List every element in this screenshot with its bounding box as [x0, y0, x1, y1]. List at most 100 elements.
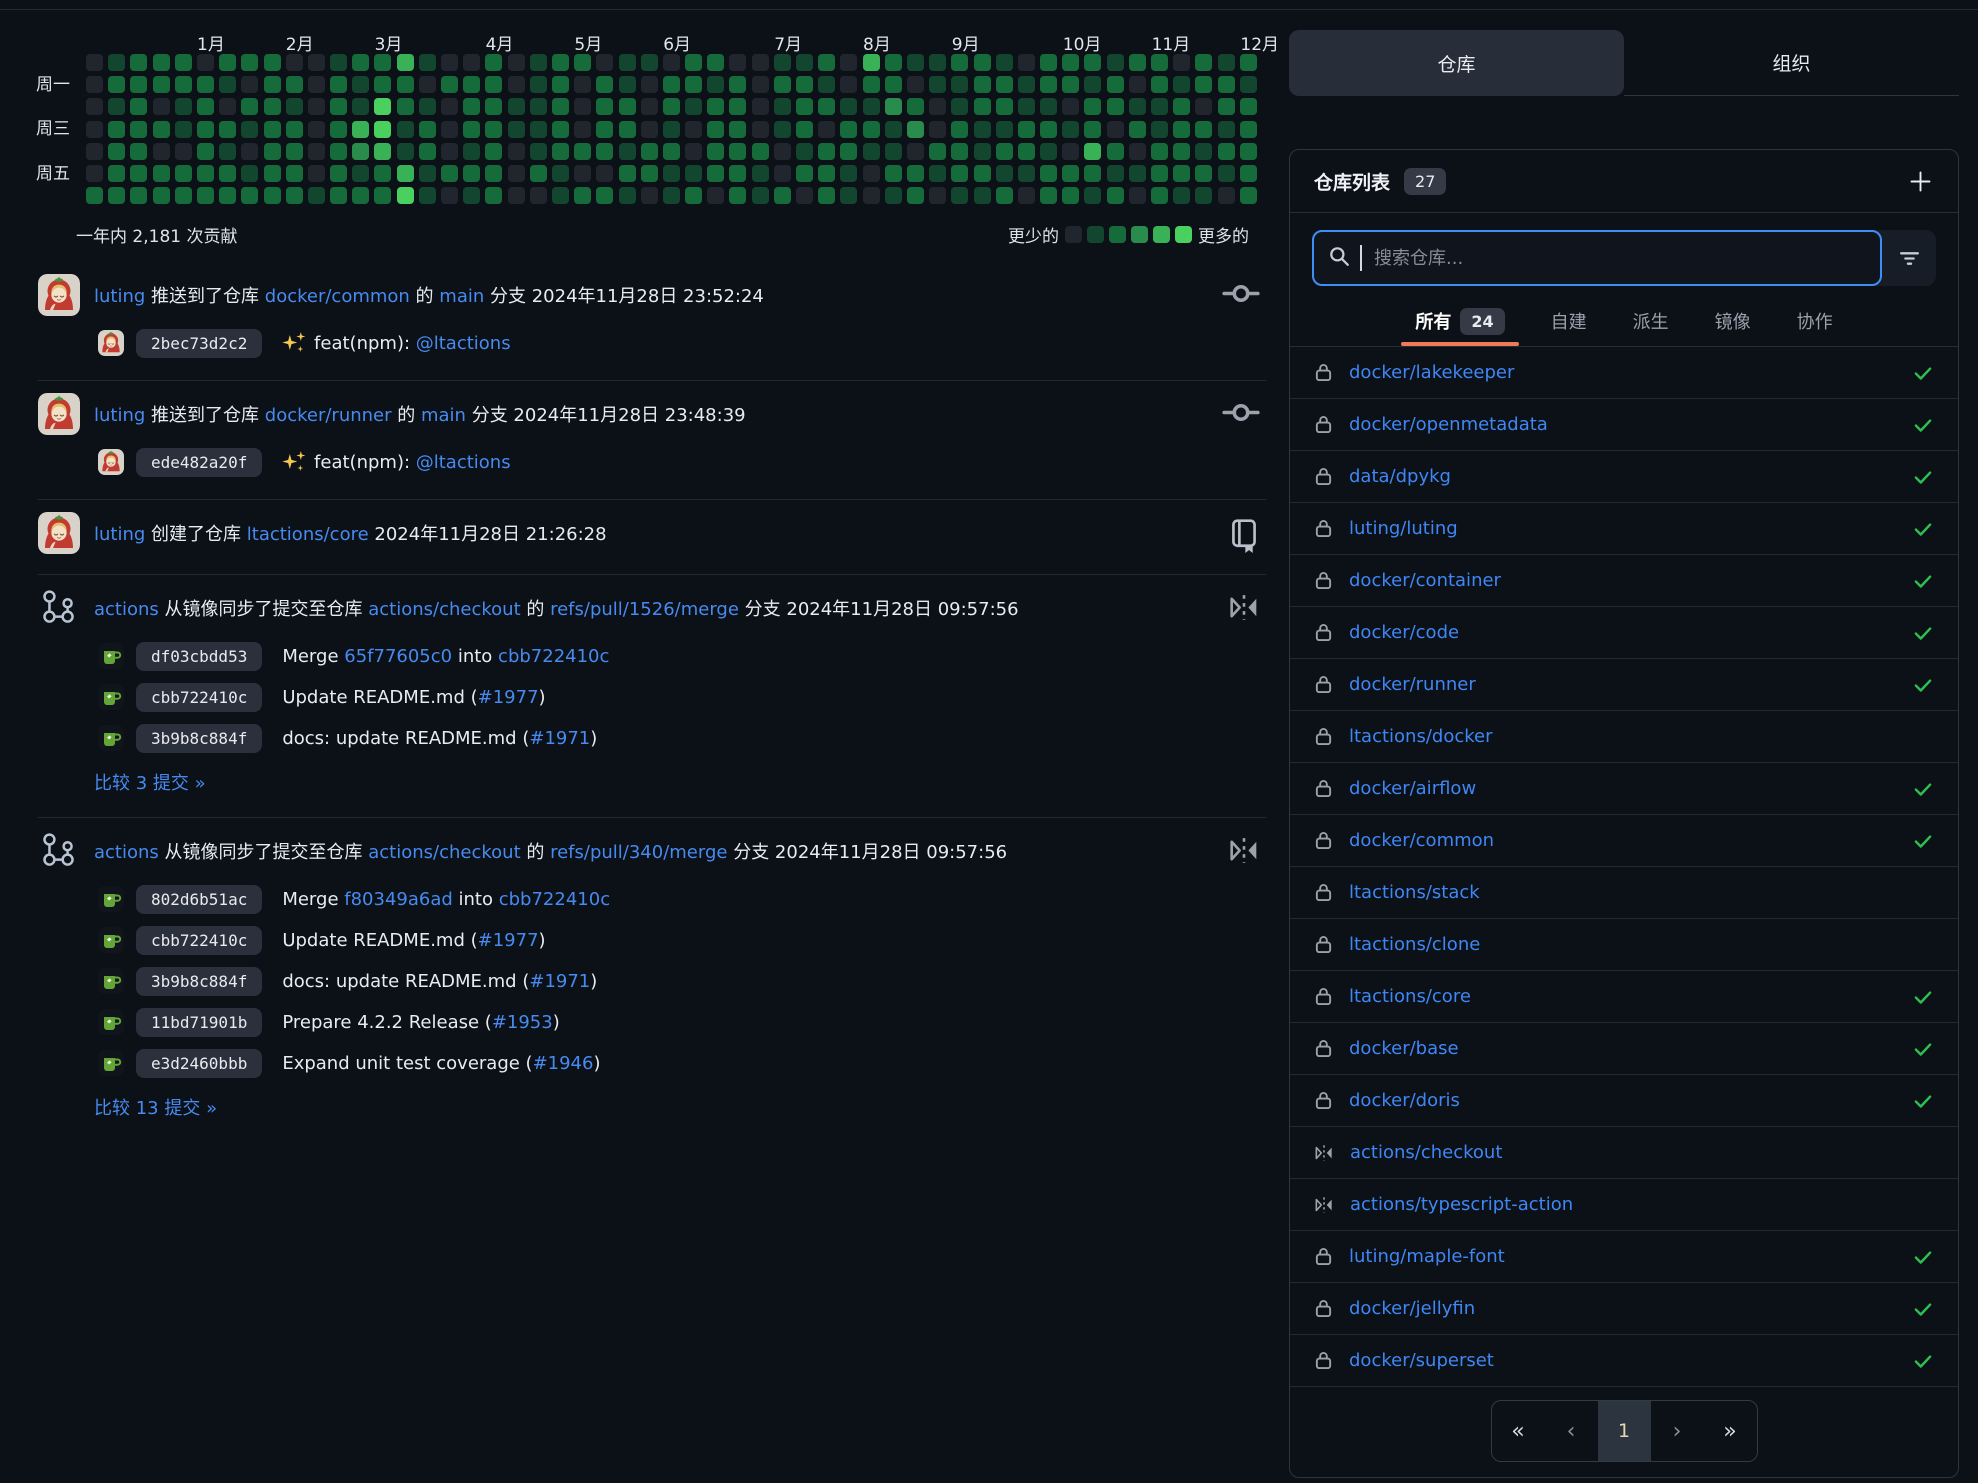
text-segment[interactable]: ltactions/core [247, 524, 369, 545]
first-page[interactable]: « [1492, 1401, 1545, 1461]
committer-avatar[interactable] [98, 330, 124, 356]
repo-list-item[interactable]: docker/doris [1290, 1075, 1958, 1127]
repo-list-item[interactable]: docker/airflow [1290, 763, 1958, 815]
committer-avatar[interactable] [98, 886, 124, 912]
committer-avatar[interactable] [98, 1050, 124, 1076]
repo-list-item[interactable]: docker/container [1290, 555, 1958, 607]
text-segment[interactable]: cbb722410c [499, 889, 610, 910]
text-segment[interactable]: luting [94, 286, 145, 307]
text-segment[interactable]: #1977 [478, 687, 539, 708]
repo-link[interactable]: ltactions/docker [1349, 726, 1493, 747]
repo-link[interactable]: luting/maple-font [1349, 1246, 1505, 1267]
sidebar-tab-orgs[interactable]: 组织 [1624, 30, 1959, 96]
repo-list-item[interactable]: docker/base [1290, 1023, 1958, 1075]
repo-link[interactable]: docker/superset [1349, 1350, 1494, 1371]
repo-list-item[interactable]: luting/luting [1290, 503, 1958, 555]
repo-list-item[interactable]: docker/openmetadata [1290, 399, 1958, 451]
commit-hash-link[interactable]: 3b9b8c884f [136, 724, 262, 753]
commit-hash-link[interactable]: cbb722410c [136, 926, 262, 955]
text-segment[interactable]: 65f77605c0 [344, 646, 452, 667]
repo-list-item[interactable]: docker/runner [1290, 659, 1958, 711]
user-avatar[interactable] [38, 587, 80, 629]
text-segment[interactable]: docker/common [265, 286, 410, 307]
text-segment[interactable]: actions/checkout [368, 599, 520, 620]
repo-link[interactable]: actions/checkout [1350, 1142, 1502, 1163]
repo-link[interactable]: docker/runner [1349, 674, 1476, 695]
user-avatar[interactable] [38, 274, 80, 316]
last-page[interactable]: » [1704, 1401, 1757, 1461]
filter-button[interactable] [1882, 230, 1936, 286]
repo-link[interactable]: docker/doris [1349, 1090, 1460, 1111]
text-segment[interactable]: docker/runner [265, 405, 392, 426]
text-segment[interactable]: main [439, 286, 484, 307]
text-segment[interactable]: @ltactions [416, 333, 511, 354]
repo-link[interactable]: docker/common [1349, 830, 1494, 851]
text-segment[interactable]: #1971 [529, 728, 590, 749]
filter-tab-派生[interactable]: 派生 [1633, 296, 1669, 346]
next-page[interactable]: › [1651, 1401, 1704, 1461]
text-segment[interactable]: @ltactions [416, 452, 511, 473]
committer-avatar[interactable] [98, 725, 124, 751]
repo-list-item[interactable]: docker/superset [1290, 1335, 1958, 1387]
repo-list-item[interactable]: luting/maple-font [1290, 1231, 1958, 1283]
repo-list-item[interactable]: actions/typescript-action [1290, 1179, 1958, 1231]
filter-tab-自建[interactable]: 自建 [1551, 296, 1587, 346]
repo-list-item[interactable]: docker/lakekeeper [1290, 347, 1958, 399]
commit-hash-link[interactable]: 802d6b51ac [136, 885, 262, 914]
committer-avatar[interactable] [98, 643, 124, 669]
compare-commits-link[interactable]: 比较 13 提交 » [94, 1094, 1266, 1120]
committer-avatar[interactable] [98, 1009, 124, 1035]
sidebar-tab-repos[interactable]: 仓库 [1289, 30, 1624, 96]
repo-link[interactable]: ltactions/stack [1349, 882, 1480, 903]
committer-avatar[interactable] [98, 968, 124, 994]
commit-hash-link[interactable]: 2bec73d2c2 [136, 329, 262, 358]
filter-tab-所有[interactable]: 所有24 [1415, 296, 1504, 346]
repo-link[interactable]: docker/lakekeeper [1349, 362, 1514, 383]
text-segment[interactable]: main [421, 405, 466, 426]
repo-link[interactable]: actions/typescript-action [1350, 1194, 1573, 1215]
commit-hash-link[interactable]: cbb722410c [136, 683, 262, 712]
user-avatar[interactable] [38, 512, 80, 554]
commit-hash-link[interactable]: e3d2460bbb [136, 1049, 262, 1078]
filter-tab-镜像[interactable]: 镜像 [1715, 296, 1751, 346]
commit-hash-link[interactable]: 3b9b8c884f [136, 967, 262, 996]
commit-hash-link[interactable]: df03cbdd53 [136, 642, 262, 671]
prev-page[interactable]: ‹ [1545, 1401, 1598, 1461]
text-segment[interactable]: actions [94, 599, 159, 620]
repo-link[interactable]: docker/openmetadata [1349, 414, 1548, 435]
repo-list-item[interactable]: actions/checkout [1290, 1127, 1958, 1179]
repo-link[interactable]: docker/code [1349, 622, 1459, 643]
repo-list-item[interactable]: docker/code [1290, 607, 1958, 659]
text-segment[interactable]: #1953 [492, 1012, 553, 1033]
committer-avatar[interactable] [98, 927, 124, 953]
filter-tab-协作[interactable]: 协作 [1797, 296, 1833, 346]
new-repo-button[interactable] [1907, 168, 1934, 195]
text-segment[interactable]: refs/pull/1526/merge [550, 599, 739, 620]
repo-list-item[interactable]: ltactions/core [1290, 971, 1958, 1023]
repo-link[interactable]: data/dpykg [1349, 466, 1451, 487]
text-segment[interactable]: #1977 [478, 930, 539, 951]
text-segment[interactable]: #1946 [533, 1053, 594, 1074]
repo-link[interactable]: docker/jellyfin [1349, 1298, 1475, 1319]
text-segment[interactable]: #1971 [529, 971, 590, 992]
search-input[interactable] [1372, 247, 1866, 270]
commit-hash-link[interactable]: 11bd71901b [136, 1008, 262, 1037]
text-segment[interactable]: refs/pull/340/merge [550, 842, 727, 863]
repo-list-item[interactable]: docker/common [1290, 815, 1958, 867]
compare-commits-link[interactable]: 比较 3 提交 » [94, 769, 1266, 795]
user-avatar[interactable] [38, 393, 80, 435]
repo-list-item[interactable]: ltactions/clone [1290, 919, 1958, 971]
text-segment[interactable]: actions/checkout [368, 842, 520, 863]
repo-list-item[interactable]: ltactions/stack [1290, 867, 1958, 919]
repo-link[interactable]: docker/base [1349, 1038, 1459, 1059]
committer-avatar[interactable] [98, 684, 124, 710]
repo-link[interactable]: docker/container [1349, 570, 1501, 591]
repo-list-item[interactable]: ltactions/docker [1290, 711, 1958, 763]
repo-link[interactable]: luting/luting [1349, 518, 1458, 539]
repo-list-item[interactable]: data/dpykg [1290, 451, 1958, 503]
user-avatar[interactable] [38, 830, 80, 872]
text-segment[interactable]: f80349a6ad [344, 889, 453, 910]
text-segment[interactable]: cbb722410c [498, 646, 609, 667]
page-1[interactable]: 1 [1598, 1401, 1651, 1461]
committer-avatar[interactable] [98, 449, 124, 475]
